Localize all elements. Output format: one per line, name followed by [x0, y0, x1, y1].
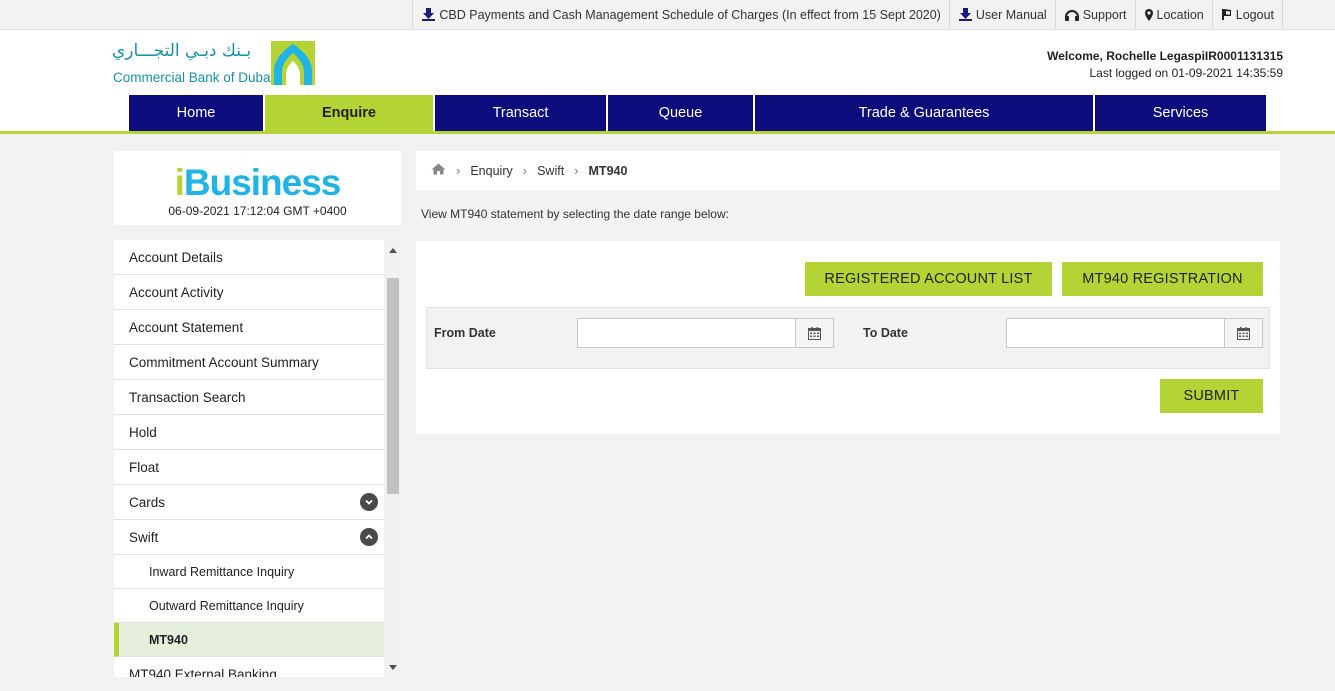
scroll-up-arrow-icon[interactable]: [389, 248, 397, 253]
scroll-down-arrow-icon[interactable]: [389, 665, 397, 670]
bank-logo-mark-icon: [271, 41, 315, 85]
from-date-label: From Date: [434, 326, 496, 340]
nav-queue[interactable]: Queue: [608, 95, 753, 131]
to-date-field: [1006, 318, 1263, 348]
home-icon[interactable]: [431, 163, 446, 178]
ibusiness-brand-box: iBusiness 06-09-2021 17:12:04 GMT +0400: [114, 151, 401, 225]
logout-link[interactable]: Logout: [1211, 0, 1283, 29]
breadcrumb: › Enquiry › Swift › MT940: [416, 151, 1280, 190]
logout-icon: [1221, 8, 1233, 21]
sidebar-item-transaction-search[interactable]: Transaction Search: [114, 380, 384, 415]
registered-account-list-button[interactable]: REGISTERED ACCOUNT LIST: [805, 262, 1052, 296]
map-pin-icon: [1144, 8, 1154, 22]
from-date-input[interactable]: [578, 319, 795, 347]
calendar-icon[interactable]: [795, 319, 833, 347]
download-icon: [958, 7, 973, 22]
charges-schedule-link[interactable]: CBD Payments and Cash Management Schedul…: [412, 0, 948, 29]
sidebar-item-swift[interactable]: Swift: [114, 520, 384, 555]
to-date-input[interactable]: [1007, 319, 1224, 347]
sidebar-item-hold[interactable]: Hold: [114, 415, 384, 450]
support-link[interactable]: Support: [1054, 0, 1135, 29]
welcome-text: Welcome, Rochelle LegaspiIR0001131315: [1047, 49, 1283, 63]
last-logged-text: Last logged on 01-09-2021 14:35:59: [1089, 66, 1284, 80]
to-date-label: To Date: [863, 326, 908, 340]
sidebar-item-float[interactable]: Float: [114, 450, 384, 485]
date-range-row: From Date To Date: [426, 307, 1270, 369]
sidebar-item-outward-remittance-inquiry[interactable]: Outward Remittance Inquiry: [114, 589, 384, 623]
sidebar-item-mt940-external-banking[interactable]: MT940 External Banking: [114, 657, 384, 678]
logout-label: Logout: [1235, 7, 1274, 22]
sidebar-item-account-details[interactable]: Account Details: [114, 240, 384, 275]
charges-schedule-label: CBD Payments and Cash Management Schedul…: [439, 7, 941, 22]
mt940-registration-button[interactable]: MT940 REGISTRATION: [1062, 262, 1263, 296]
user-manual-label: User Manual: [975, 7, 1047, 22]
download-icon: [421, 7, 436, 22]
main-nav: Home Enquire Transact Queue Trade & Guar…: [129, 95, 1266, 131]
server-datetime: 06-09-2021 17:12:04 GMT +0400: [168, 204, 347, 218]
welcome-block: Welcome, Rochelle LegaspiIR0001131315 La…: [1047, 48, 1283, 82]
support-label: Support: [1082, 7, 1127, 22]
headset-icon: [1064, 8, 1080, 22]
submit-button[interactable]: SUBMIT: [1160, 379, 1263, 413]
location-link[interactable]: Location: [1134, 0, 1212, 29]
logo-arabic-text: بـنك دبـي التجـــاري: [112, 41, 252, 61]
sidebar-item-inward-remittance-inquiry[interactable]: Inward Remittance Inquiry: [114, 555, 384, 589]
sidebar-scrollbar[interactable]: [385, 240, 401, 677]
sidebar-item-commitment-account-summary[interactable]: Commitment Account Summary: [114, 345, 384, 380]
sidebar-item-mt940[interactable]: MT940: [114, 623, 384, 657]
nav-transact[interactable]: Transact: [435, 95, 606, 131]
mt940-form-card: REGISTERED ACCOUNT LIST MT940 REGISTRATI…: [416, 241, 1280, 434]
scroll-thumb[interactable]: [387, 278, 399, 494]
logo-english-text: Commercial Bank of Dubai: [113, 70, 274, 85]
from-date-field: [577, 318, 834, 348]
intro-text: View MT940 statement by selecting the da…: [421, 207, 729, 221]
top-links: CBD Payments and Cash Management Schedul…: [412, 0, 1283, 29]
calendar-icon[interactable]: [1224, 319, 1262, 347]
breadcrumb-separator-icon: ›: [522, 163, 528, 178]
nav-enquire[interactable]: Enquire: [265, 95, 433, 131]
sidebar-item-cards[interactable]: Cards: [114, 485, 384, 520]
sidebar-item-account-activity[interactable]: Account Activity: [114, 275, 384, 310]
ibusiness-logo: iBusiness: [174, 162, 342, 203]
breadcrumb-enquiry[interactable]: Enquiry: [470, 164, 512, 178]
nav-trade-guarantees[interactable]: Trade & Guarantees: [755, 95, 1093, 131]
breadcrumb-separator-icon: ›: [574, 163, 579, 178]
breadcrumb-swift[interactable]: Swift: [537, 164, 564, 178]
user-manual-link[interactable]: User Manual: [948, 0, 1055, 29]
sidebar-menu: Account Details Account Activity Account…: [114, 240, 384, 677]
breadcrumb-current: MT940: [588, 163, 628, 178]
breadcrumb-separator-icon: ›: [456, 163, 461, 178]
nav-services[interactable]: Services: [1095, 95, 1266, 131]
nav-home[interactable]: Home: [129, 95, 263, 131]
chevron-up-icon[interactable]: [360, 528, 378, 546]
location-label: Location: [1156, 7, 1204, 22]
sidebar-item-account-statement[interactable]: Account Statement: [114, 310, 384, 345]
chevron-down-icon[interactable]: [360, 493, 378, 511]
top-utility-bar: CBD Payments and Cash Management Schedul…: [0, 0, 1335, 30]
bank-logo[interactable]: بـنك دبـي التجـــاري Commercial Bank of …: [112, 41, 317, 87]
